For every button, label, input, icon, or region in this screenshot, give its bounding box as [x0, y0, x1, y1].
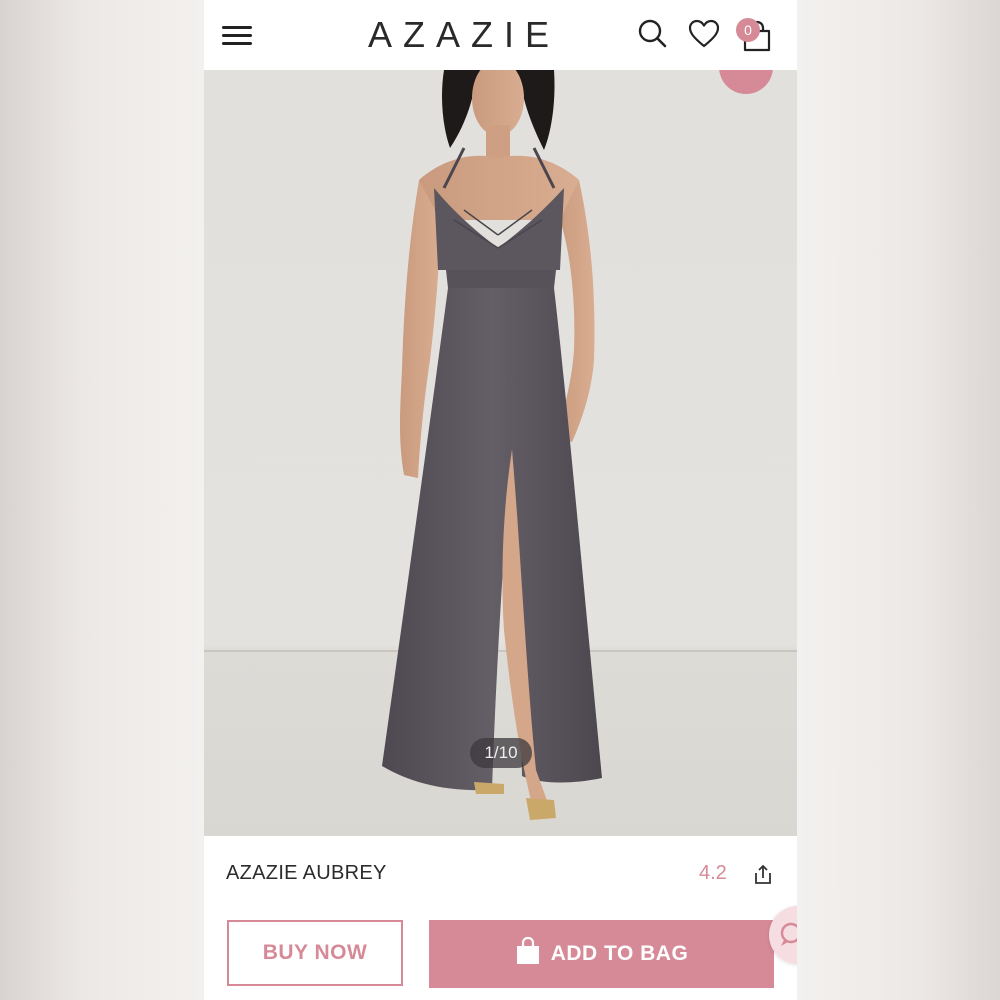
product-rating[interactable]: 4.2 [699, 862, 727, 885]
menu-icon[interactable] [222, 22, 254, 48]
blurred-right-margin [797, 0, 1000, 1000]
mobile-screen: AZAZIE 0 1/10 AZAZIE AUBREY 4.2 BUY NOW … [204, 0, 797, 1000]
product-name: AZAZIE AUBREY [226, 862, 387, 884]
top-navigation-bar: AZAZIE 0 [204, 0, 797, 71]
buy-now-button[interactable]: BUY NOW [227, 920, 403, 986]
search-icon[interactable] [636, 18, 668, 50]
image-counter: 1/10 [470, 738, 532, 768]
purchase-actions-bar: BUY NOW ADD TO BAG [204, 898, 797, 1000]
chat-icon [780, 922, 797, 946]
product-image-gallery[interactable]: 1/10 [204, 70, 797, 836]
add-to-bag-button[interactable]: ADD TO BAG [429, 920, 774, 988]
brand-logo[interactable]: AZAZIE [314, 14, 614, 56]
add-to-bag-label: ADD TO BAG [550, 942, 689, 965]
product-info-row: AZAZIE AUBREY 4.2 [204, 836, 797, 899]
product-model-photo [382, 70, 602, 820]
blurred-left-margin [0, 0, 204, 1000]
cart-count-badge: 0 [736, 18, 760, 42]
heart-icon[interactable] [688, 18, 720, 50]
shopping-bag-icon [516, 937, 539, 965]
share-icon[interactable] [752, 864, 774, 886]
